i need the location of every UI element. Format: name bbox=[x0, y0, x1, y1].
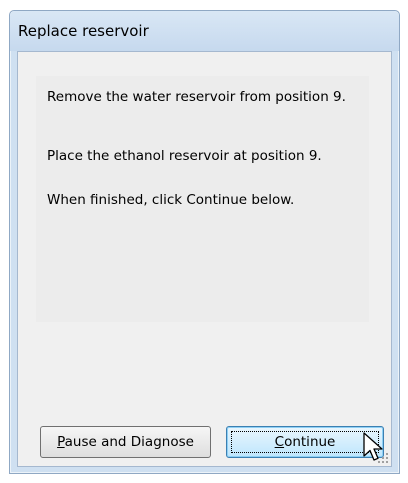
pause-and-diagnose-button[interactable]: Pause and Diagnose bbox=[40, 426, 211, 458]
continue-label-rest: ontinue bbox=[284, 434, 336, 450]
continue-button[interactable]: Continue bbox=[226, 426, 384, 458]
pause-label-rest: ause and Diagnose bbox=[64, 434, 194, 450]
dialog-title: Replace reservoir bbox=[18, 22, 149, 40]
continue-mnemonic: C bbox=[274, 434, 285, 450]
instruction-place-ethanol: Place the ethanol reservoir at position … bbox=[47, 148, 322, 164]
title-bar[interactable]: Replace reservoir bbox=[10, 11, 399, 51]
pause-mnemonic: P bbox=[57, 434, 65, 450]
message-panel: Remove the water reservoir from position… bbox=[36, 76, 369, 322]
dialog-client-area: Remove the water reservoir from position… bbox=[17, 51, 392, 467]
dialog-window: Replace reservoir Remove the water reser… bbox=[9, 10, 400, 474]
continue-label: Continue bbox=[275, 434, 336, 450]
pause-and-diagnose-label: Pause and Diagnose bbox=[57, 434, 194, 450]
size-grip-icon[interactable] bbox=[377, 452, 389, 464]
instruction-click-continue: When finished, click Continue below. bbox=[47, 192, 295, 208]
instruction-remove-water: Remove the water reservoir from position… bbox=[47, 89, 346, 105]
